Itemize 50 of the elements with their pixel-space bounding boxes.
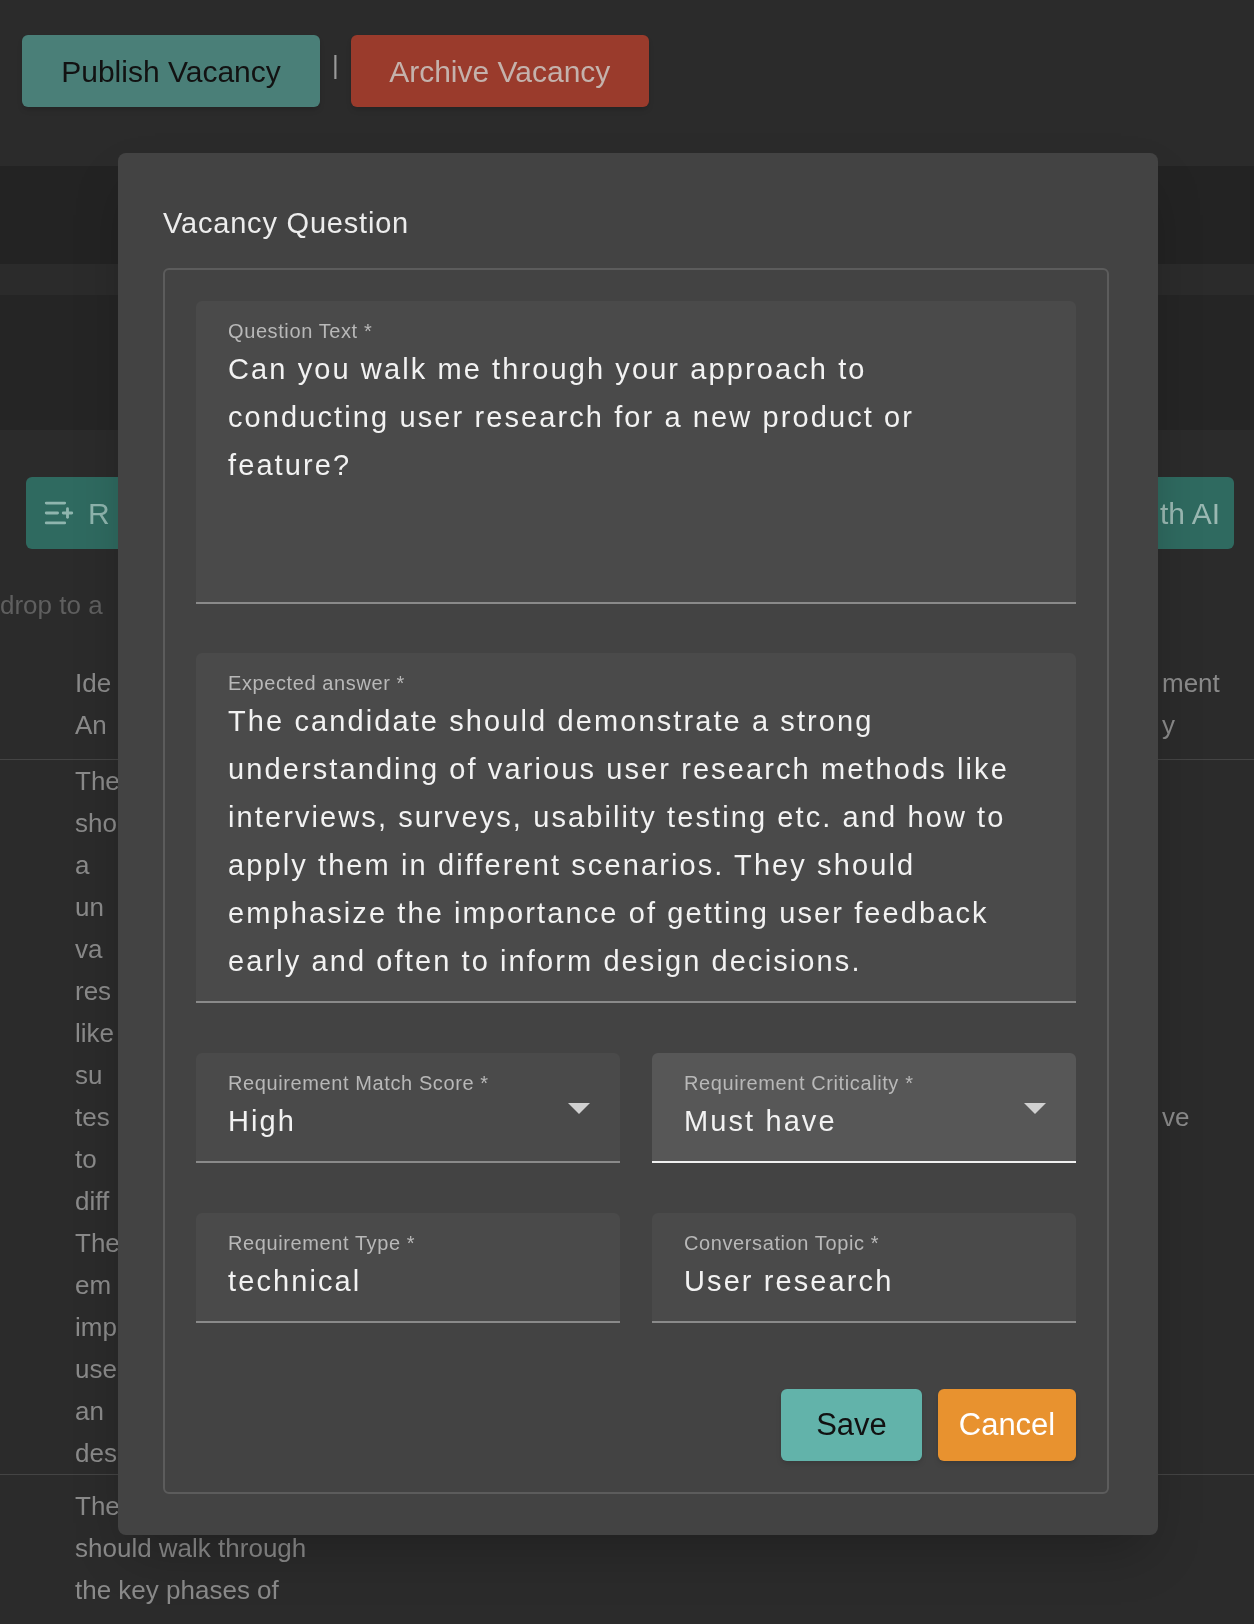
table-cell-text: to	[75, 1143, 97, 1176]
text-field[interactable]: Conversation Topic * User research	[652, 1213, 1076, 1323]
field-value: technical	[228, 1264, 362, 1299]
table-cell-text: The	[75, 765, 120, 798]
field-label: Requirement Type *	[228, 1231, 416, 1256]
table-cell-text: tes	[75, 1101, 110, 1134]
table-cell-text: va	[75, 933, 103, 966]
column-header: ment	[1162, 667, 1220, 700]
table-cell-text: res	[75, 975, 112, 1008]
save-button[interactable]: Save	[781, 1389, 922, 1461]
select-field[interactable]: Requirement Criticality * Must have	[652, 1053, 1076, 1163]
text-field[interactable]: Requirement Type * technical	[196, 1213, 620, 1323]
publish-button[interactable]: Publish Vacancy	[22, 35, 320, 107]
table-cell-text: should walk through	[75, 1532, 307, 1565]
field-value: User research	[684, 1264, 894, 1299]
dialog-title: Vacancy Question	[163, 206, 409, 241]
table-cell-text: diff	[75, 1185, 110, 1218]
table-cell-text: ve	[1162, 1101, 1190, 1134]
column-header: An	[75, 709, 108, 742]
field-label: Question Text *	[228, 319, 373, 344]
field-label: Requirement Match Score *	[228, 1071, 489, 1096]
field-label: Conversation Topic *	[684, 1231, 880, 1256]
field-label: Requirement Criticality *	[684, 1071, 914, 1096]
separator-text: |	[332, 49, 339, 82]
table-cell-text: su	[75, 1059, 103, 1092]
table-cell-text: em	[75, 1269, 112, 1302]
column-header: Ide	[75, 667, 112, 700]
table-cell-text: a	[75, 849, 90, 882]
caret-icon	[568, 1103, 590, 1114]
field-value: High	[228, 1104, 297, 1139]
field-label: Expected answer *	[228, 671, 405, 696]
archive-button[interactable]: Archive Vacancy	[350, 35, 649, 107]
field-value: Must have	[684, 1104, 837, 1139]
table-cell-text: un	[75, 891, 104, 924]
textarea-field[interactable]	[196, 653, 1076, 1003]
table-cell-text: sho	[75, 807, 117, 840]
caret-icon	[1024, 1103, 1046, 1114]
table-cell-text: like	[75, 1017, 114, 1050]
table-cell-text: The	[75, 1227, 120, 1260]
textarea-field[interactable]: Question Text * Can you walk me through your approach to conducting user research for a new product or feature?	[196, 301, 1076, 604]
table-cell-text: the key phases of	[75, 1574, 279, 1607]
select-field[interactable]: Requirement Match Score * High	[196, 1053, 620, 1163]
table-cell-text: use	[75, 1353, 117, 1386]
table-cell-text: an	[75, 1395, 104, 1428]
column-header: y	[1162, 709, 1175, 742]
table-cell-text: imp	[75, 1311, 117, 1344]
table-cell-text: des	[75, 1437, 117, 1470]
field-value: Can you walk me through your approach to conducting user research for a new product or feature?	[228, 352, 916, 483]
table-cell-text: The	[75, 1490, 120, 1523]
field-value: The candidate should demonstrate a strong understanding of various user research methods like interviews, surveys, usability testing etc. and how to apply them in different scenarios. They should emphasize the importance of getting user feedback early and often to inform design decisions.	[228, 704, 1010, 979]
